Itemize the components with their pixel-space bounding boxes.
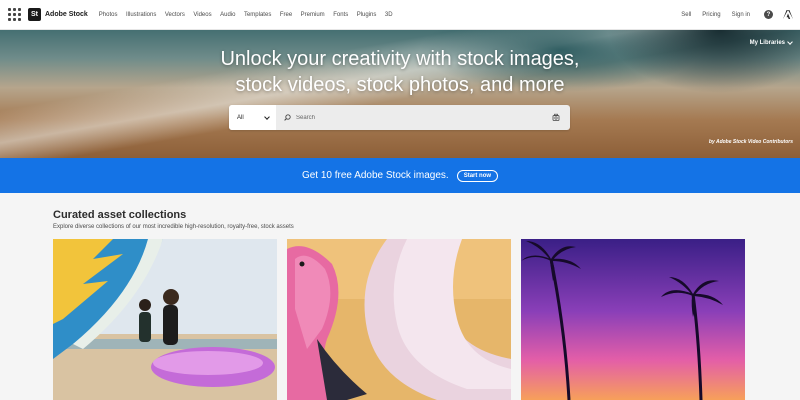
search-icon — [284, 114, 291, 121]
nav-link-videos[interactable]: Videos — [193, 12, 211, 18]
search-input[interactable] — [296, 114, 552, 121]
adobe-logo-icon[interactable] — [783, 10, 793, 19]
help-icon[interactable]: ? — [764, 10, 773, 19]
nav-link-free[interactable]: Free — [280, 12, 292, 18]
collection-card-flamingo[interactable] — [287, 239, 511, 400]
nav-link-fonts[interactable]: Fonts — [333, 12, 348, 18]
nav-links: Photos Illustrations Vectors Videos Audi… — [99, 12, 401, 18]
nav-link-illustrations[interactable]: Illustrations — [126, 12, 156, 18]
camera-search-icon[interactable] — [552, 113, 561, 122]
top-navigation: St Adobe Stock Photos Illustrations Vect… — [0, 0, 800, 30]
nav-link-templates[interactable]: Templates — [244, 12, 271, 18]
brand-logo[interactable]: St Adobe Stock — [28, 8, 88, 21]
nav-link-plugins[interactable]: Plugins — [357, 12, 377, 18]
hero-title-line-2: stock videos, stock photos, and more — [235, 74, 565, 96]
surfers-image — [53, 239, 277, 400]
category-select[interactable]: All — [229, 105, 276, 130]
pricing-link[interactable]: Pricing — [702, 12, 720, 18]
hero-section: My Libraries Unlock your creativity with… — [0, 30, 800, 158]
hero-credit: by Adobe Stock Video Contributors — [708, 139, 793, 145]
hero-title: Unlock your creativity with stock images… — [0, 46, 800, 98]
flamingo-image — [287, 239, 511, 400]
search-bar: All — [229, 105, 570, 130]
nav-link-3d[interactable]: 3D — [385, 12, 393, 18]
nav-link-audio[interactable]: Audio — [220, 12, 235, 18]
nav-link-vectors[interactable]: Vectors — [165, 12, 185, 18]
category-select-value: All — [237, 114, 244, 121]
chevron-down-icon — [264, 113, 270, 120]
hero-title-line-1: Unlock your creativity with stock images… — [220, 48, 580, 70]
sell-link[interactable]: Sell — [681, 12, 691, 18]
collections-subtitle: Explore diverse collections of our most … — [53, 224, 294, 230]
signin-link[interactable]: Sign in — [732, 12, 750, 18]
brand-name: Adobe Stock — [45, 11, 88, 18]
promo-text: Get 10 free Adobe Stock images. — [301, 170, 449, 181]
stock-logo-icon: St — [28, 8, 41, 21]
collection-card-palms[interactable] — [521, 239, 745, 400]
nav-right: Sell Pricing Sign in ? — [670, 10, 800, 19]
nav-link-premium[interactable]: Premium — [301, 12, 325, 18]
promo-banner: Get 10 free Adobe Stock images. Start no… — [0, 158, 800, 193]
collections-title: Curated asset collections — [53, 209, 187, 221]
start-now-button[interactable]: Start now — [456, 169, 499, 182]
chevron-down-icon — [787, 39, 793, 45]
nav-link-photos[interactable]: Photos — [99, 12, 118, 18]
palm-trees-image — [521, 239, 745, 400]
collection-card-surfers[interactable] — [53, 239, 277, 400]
apps-grid-icon[interactable] — [4, 5, 24, 25]
